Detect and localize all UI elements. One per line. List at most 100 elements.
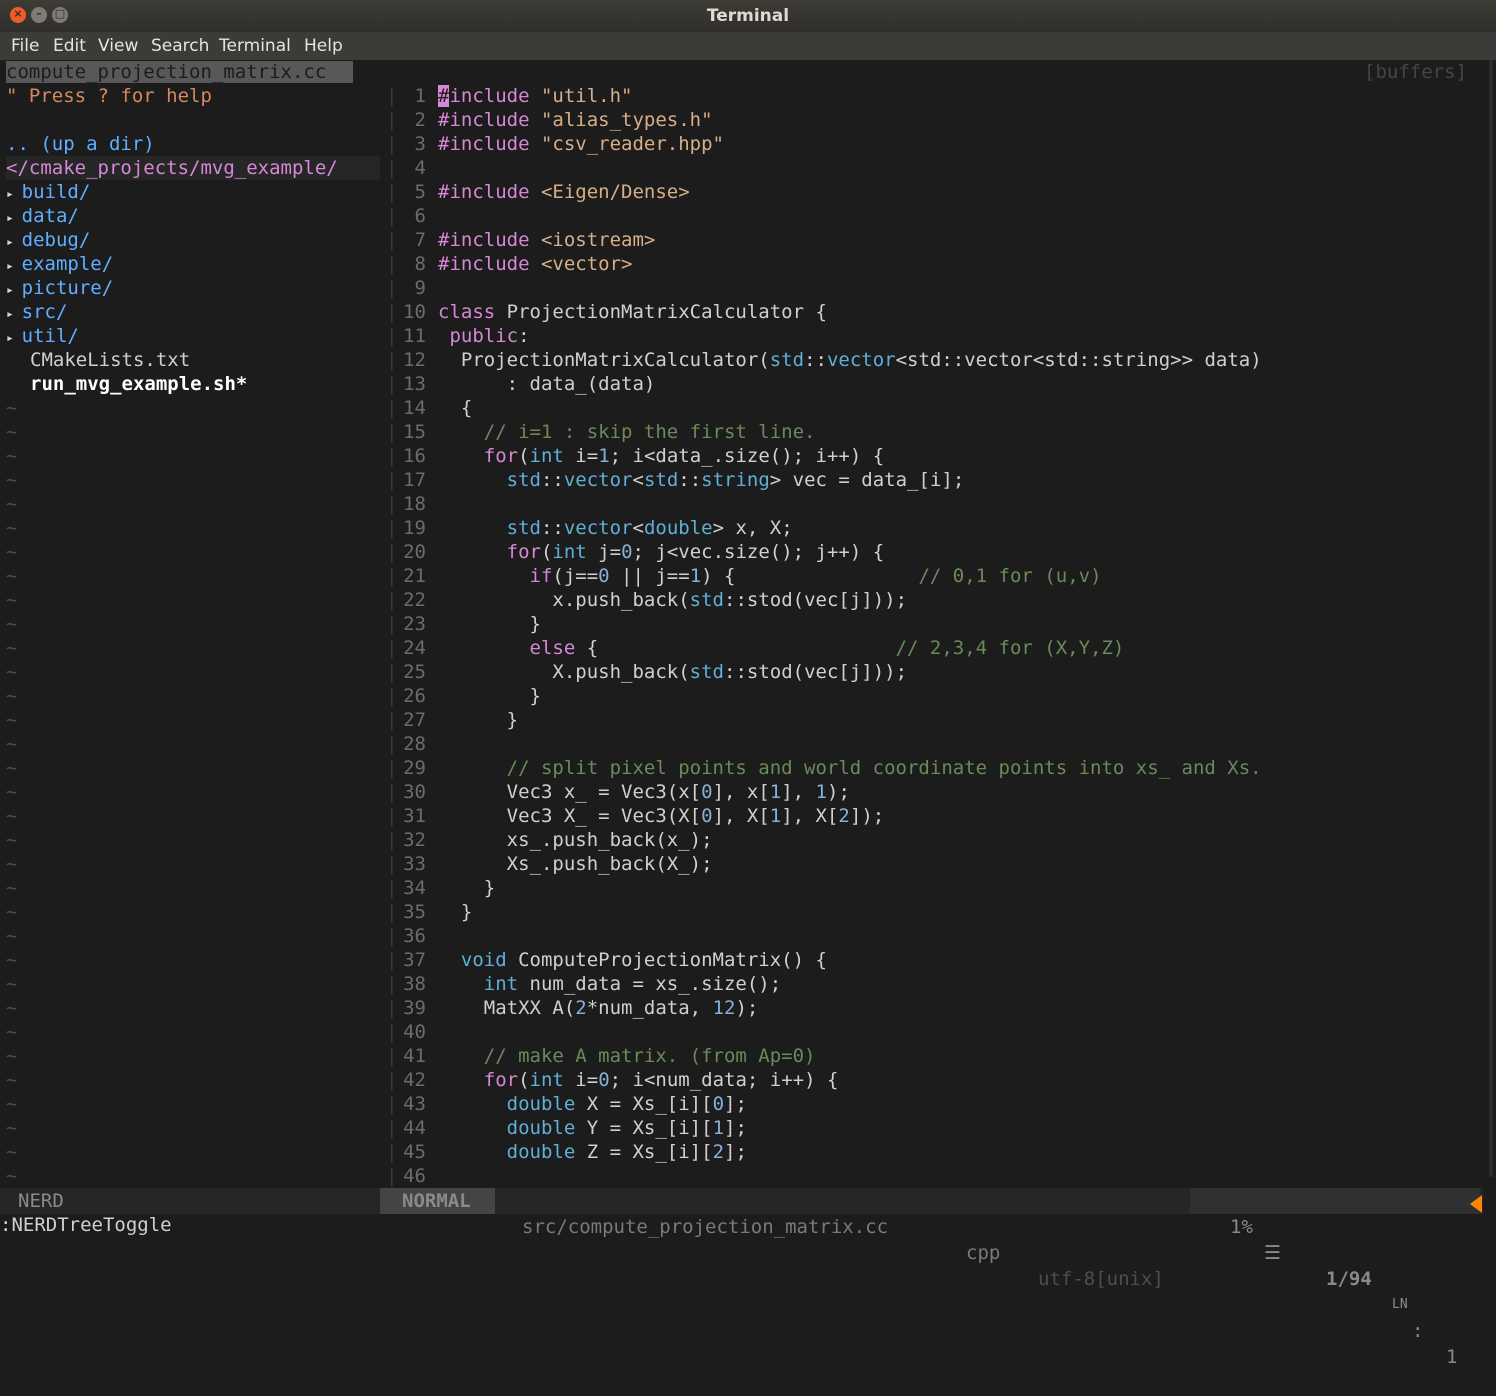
code-line[interactable]: // i=1 : skip the first line. <box>438 420 816 444</box>
nerdtree-dir-debug[interactable]: ▸ debug/ <box>6 228 90 252</box>
code-line[interactable]: // make A matrix. (from Ap=0) <box>438 1044 816 1068</box>
split-separator: | <box>386 205 398 227</box>
scrollbar-thumb[interactable] <box>1489 60 1493 1177</box>
nerdtree-cwd[interactable]: </cmake_projects/mvg_example/ <box>6 156 380 180</box>
code-line[interactable]: for(int i=0; i<num_data; i++) { <box>438 1068 839 1092</box>
code-line[interactable]: #include <vector> <box>438 252 632 276</box>
code-token: Y = Xs_[i][ <box>575 1117 713 1139</box>
code-line[interactable]: } <box>438 612 541 636</box>
code-line[interactable]: } <box>438 684 541 708</box>
code-token: } <box>438 709 519 731</box>
code-token: <iostream> <box>540 229 656 251</box>
line-number: 17 <box>403 469 426 491</box>
empty-line-marker: ~ <box>6 973 18 995</box>
code-line[interactable]: void ComputeProjectionMatrix() { <box>438 948 827 972</box>
nerdtree-dir-util[interactable]: ▸ util/ <box>6 324 79 348</box>
line-number: 44 <box>403 1117 426 1139</box>
status-encoding: utf-8[unix] <box>1038 1268 1164 1290</box>
code-token: <std::vector<std::string>> data) <box>895 349 1262 371</box>
code-token: else <box>438 637 576 659</box>
code-line[interactable]: for(int j=0; j<vec.size(); j++) { <box>438 540 885 564</box>
code-line[interactable]: Xs_.push_back(X_); <box>438 852 713 876</box>
code-line[interactable]: Vec3 X_ = Vec3(X[0], X[1], X[2]); <box>438 804 885 828</box>
code-line[interactable]: xs_.push_back(x_); <box>438 828 713 852</box>
code-line[interactable]: std::vector<std::string> vec = data_[i]; <box>438 468 965 492</box>
code-line[interactable]: } <box>438 708 518 732</box>
code-token: 1 <box>769 805 782 827</box>
code-token: > x, X; <box>712 517 793 539</box>
code-line[interactable]: for(int i=1; i<data_.size(); i++) { <box>438 444 884 468</box>
nerdtree-dir-picture[interactable]: ▸ picture/ <box>6 276 113 300</box>
code-line[interactable]: double Z = Xs_[i][2]; <box>438 1140 747 1164</box>
code-token: 0 <box>701 805 713 827</box>
code-line[interactable]: // split pixel points and world coordina… <box>438 756 1262 780</box>
code-line[interactable]: #include <Eigen/Dense> <box>438 180 690 204</box>
menu-view[interactable]: View <box>98 36 138 56</box>
nerdtree-up-dir[interactable]: .. (up a dir) <box>6 132 155 156</box>
code-token: { <box>575 637 896 659</box>
code-line[interactable]: : data_(data) <box>438 372 656 396</box>
code-line[interactable]: ProjectionMatrixCalculator(std::vector<s… <box>438 348 1262 372</box>
code-token: vector <box>563 469 633 491</box>
code-line[interactable]: #include "csv_reader.hpp" <box>438 132 724 156</box>
code-token: std <box>643 469 679 491</box>
code-line[interactable]: { <box>438 396 472 420</box>
code-line[interactable]: X.push_back(std::stod(vec[j])); <box>438 660 907 684</box>
menu-lines-icon: ☰ <box>1264 1242 1282 1264</box>
line-number: 32 <box>403 829 426 851</box>
code-line[interactable]: #include "util.h" <box>438 84 632 108</box>
dir-label: util/ <box>21 325 79 347</box>
line-number: 22 <box>403 589 426 611</box>
menu-edit[interactable]: Edit <box>53 36 86 56</box>
code-line[interactable]: } <box>438 876 495 900</box>
code-line[interactable]: double X = Xs_[i][0]; <box>438 1092 747 1116</box>
code-line[interactable]: public: <box>438 324 529 348</box>
code-token: ) { <box>701 565 919 587</box>
split-separator: | <box>386 445 398 467</box>
code-line[interactable]: x.push_back(std::stod(vec[j])); <box>438 588 907 612</box>
code-line[interactable]: #include <iostream> <box>438 228 655 252</box>
nerdtree-dir-data[interactable]: ▸ data/ <box>6 204 79 228</box>
code-line[interactable]: class ProjectionMatrixCalculator { <box>438 300 827 324</box>
line-number: 42 <box>403 1069 426 1091</box>
code-line[interactable]: if(j==0 || j==1) { // 0,1 for (u,v) <box>438 564 1102 588</box>
code-token: public <box>438 325 519 347</box>
empty-line-marker: ~ <box>6 613 18 635</box>
code-token: int <box>438 973 519 995</box>
code-token: <Eigen/Dense> <box>540 181 690 203</box>
empty-line-marker: ~ <box>6 565 18 587</box>
terminal-area[interactable]: compute_projection_matrix.cc [buffers] "… <box>0 60 1496 1368</box>
nerdtree-dir-build[interactable]: ▸ build/ <box>6 180 90 204</box>
code-token: > vec = data_[i]; <box>769 469 965 491</box>
nerdtree-file[interactable]: CMakeLists.txt <box>30 348 190 372</box>
code-line[interactable]: else { // 2,3,4 for (X,Y,Z) <box>438 636 1125 660</box>
menu-file[interactable]: File <box>11 36 39 56</box>
split-separator: | <box>386 853 398 875</box>
menu-search[interactable]: Search <box>151 36 209 56</box>
code-line[interactable]: int num_data = xs_.size(); <box>438 972 781 996</box>
line-number: 31 <box>403 805 426 827</box>
buffer-tab-label[interactable]: compute_projection_matrix.cc <box>6 61 353 83</box>
code-line[interactable]: } <box>438 900 472 924</box>
code-line[interactable]: #include "alias_types.h" <box>438 108 713 132</box>
dir-label: src/ <box>21 301 68 323</box>
split-separator: | <box>386 709 398 731</box>
nerdtree-dir-example[interactable]: ▸ example/ <box>6 252 113 276</box>
nerdtree-exec-file[interactable]: run_mvg_example.sh* <box>30 372 247 396</box>
menu-help[interactable]: Help <box>304 36 343 56</box>
code-token: } <box>438 877 496 899</box>
line-number: 13 <box>403 373 426 395</box>
buffers-indicator: [buffers] <box>1340 60 1480 84</box>
code-line[interactable]: double Y = Xs_[i][1]; <box>438 1116 747 1140</box>
code-line[interactable]: MatXX A(2*num_data, 12); <box>438 996 759 1020</box>
split-separator: | <box>386 133 398 155</box>
menu-terminal[interactable]: Terminal <box>219 36 291 56</box>
nerdtree-dir-src[interactable]: ▸ src/ <box>6 300 67 324</box>
empty-line-marker: ~ <box>6 997 18 1019</box>
line-number: 30 <box>403 781 426 803</box>
code-line[interactable]: std::vector<double> x, X; <box>438 516 793 540</box>
empty-line-marker: ~ <box>6 1045 18 1067</box>
command-line[interactable]: :NERDTreeToggle <box>0 1214 1496 1237</box>
code-line[interactable]: Vec3 x_ = Vec3(x[0], x[1], 1); <box>438 780 850 804</box>
empty-line-marker: ~ <box>6 637 18 659</box>
